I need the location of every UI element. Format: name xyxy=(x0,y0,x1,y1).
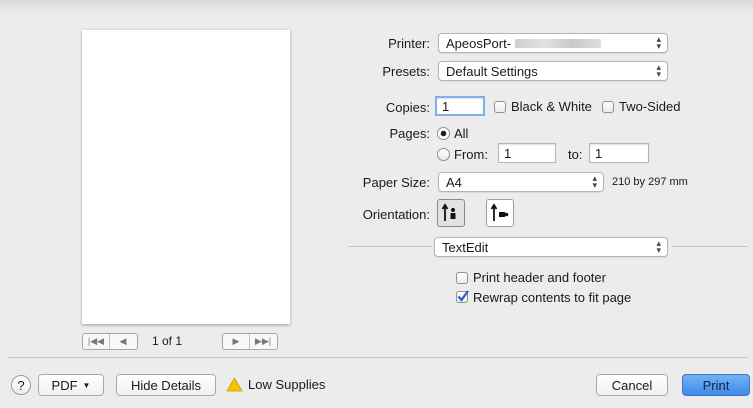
printer-value: ApeosPort- xyxy=(446,35,512,51)
app-options-popup[interactable]: TextEdit ▴ ▾ xyxy=(434,237,668,257)
pages-all-label: All xyxy=(454,126,469,141)
printer-name-redacted xyxy=(515,38,602,48)
chevron-down-icon: ▼ xyxy=(82,380,91,390)
cancel-button[interactable]: Cancel xyxy=(596,374,668,396)
pages-label: Pages: xyxy=(389,126,430,141)
bottom-divider xyxy=(8,357,748,358)
pages-to-label: to: xyxy=(568,147,583,162)
black-white-label: Black & White xyxy=(511,99,592,114)
checkmark-icon xyxy=(457,290,469,302)
preview-nav-back-group: |◀◀ ◀ xyxy=(82,333,138,350)
presets-popup[interactable]: Default Settings ▴ ▾ xyxy=(438,61,668,81)
copies-label: Copies: xyxy=(385,100,430,115)
last-page-icon: ▶▶| xyxy=(254,336,272,346)
help-button[interactable]: ? xyxy=(11,375,31,395)
hide-details-button[interactable]: Hide Details xyxy=(116,374,216,396)
landscape-orientation-button[interactable] xyxy=(486,199,514,227)
paper-size-dimensions: 210 by 297 mm xyxy=(612,176,688,188)
warning-icon xyxy=(226,377,243,392)
page-preview xyxy=(82,30,290,324)
section-divider-left xyxy=(348,246,432,247)
portrait-icon xyxy=(441,203,456,221)
next-page-button[interactable]: ▶ xyxy=(223,334,250,349)
two-sided-checkbox[interactable] xyxy=(602,101,614,113)
next-page-icon: ▶ xyxy=(232,336,240,346)
presets-label: Presets: xyxy=(382,64,430,79)
previous-page-button[interactable]: ◀ xyxy=(110,334,136,349)
paper-size-label: Paper Size: xyxy=(362,175,430,190)
printer-label: Printer: xyxy=(388,36,430,51)
paper-size-value: A4 xyxy=(446,174,462,190)
window-top-strip xyxy=(0,0,753,14)
pdf-label: PDF xyxy=(51,377,78,393)
landscape-icon xyxy=(490,203,509,221)
pages-all-radio[interactable] xyxy=(437,127,450,140)
black-white-checkbox[interactable] xyxy=(494,101,506,113)
copies-field[interactable]: 1 xyxy=(435,96,485,116)
pages-to-field[interactable]: 1 xyxy=(589,143,649,163)
pages-from-label: From: xyxy=(454,147,488,162)
printer-popup[interactable]: ApeosPort- ▴ ▾ xyxy=(438,33,668,53)
last-page-button[interactable]: ▶▶| xyxy=(250,334,276,349)
two-sided-label: Two-Sided xyxy=(619,99,681,114)
first-page-icon: |◀◀ xyxy=(87,336,105,346)
previous-page-icon: ◀ xyxy=(119,336,127,346)
print-button[interactable]: Print xyxy=(682,374,750,396)
orientation-label: Orientation: xyxy=(362,207,430,222)
rewrap-contents-label: Rewrap contents to fit page xyxy=(473,290,632,305)
popup-arrows-icon: ▴ ▾ xyxy=(656,238,661,255)
print-header-footer-checkbox[interactable] xyxy=(456,272,468,284)
popup-arrows-icon: ▴ ▾ xyxy=(592,173,597,190)
popup-arrows-icon: ▴ ▾ xyxy=(656,62,661,79)
app-options-value: TextEdit xyxy=(442,239,489,255)
preview-nav-forward-group: ▶ ▶▶| xyxy=(222,333,278,350)
portrait-orientation-button[interactable] xyxy=(437,199,465,227)
section-divider-right xyxy=(672,246,748,247)
pdf-menu-button[interactable]: PDF ▼ xyxy=(38,374,104,396)
paper-size-popup[interactable]: A4 ▴ ▾ xyxy=(438,172,604,192)
pages-from-radio[interactable] xyxy=(437,148,450,161)
popup-arrows-icon: ▴ ▾ xyxy=(656,34,661,51)
low-supplies-label: Low Supplies xyxy=(248,377,326,392)
print-header-footer-label: Print header and footer xyxy=(473,270,606,285)
first-page-button[interactable]: |◀◀ xyxy=(83,334,110,349)
presets-value: Default Settings xyxy=(446,63,538,79)
rewrap-contents-checkbox[interactable] xyxy=(456,290,469,303)
pages-from-field[interactable]: 1 xyxy=(498,143,556,163)
page-counter: 1 of 1 xyxy=(152,334,183,348)
